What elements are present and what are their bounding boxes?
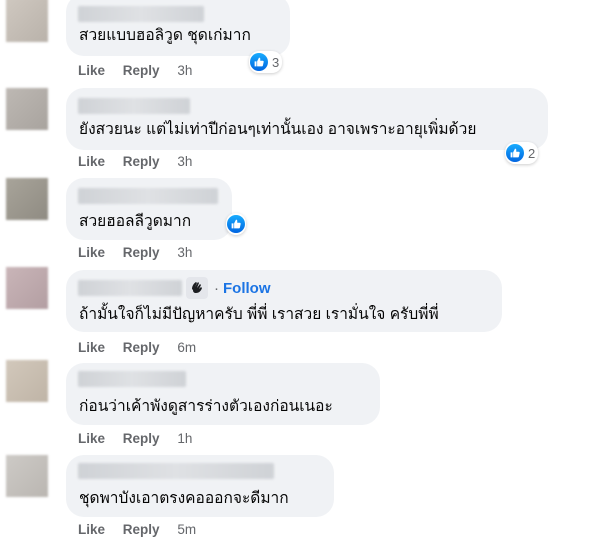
reply-button[interactable]: Reply (123, 522, 160, 537)
reaction-number: 3 (272, 54, 280, 70)
commenter-name[interactable] (78, 280, 182, 296)
separator-dot: · (214, 279, 219, 297)
comment-bubble: ยังสวยนะ แต่ไม่เท่าปีก่อนๆเท่านั้นเอง อา… (66, 88, 548, 150)
comment-bubble: สวยฮอลลีวูดมาก (66, 178, 232, 240)
like-button[interactable]: Like (78, 245, 105, 260)
like-button[interactable]: Like (78, 340, 105, 355)
like-button[interactable]: Like (78, 63, 105, 78)
like-reaction-icon (250, 53, 268, 71)
comment-text: ยังสวยนะ แต่ไม่เท่าปีก่อนๆเท่านั้นเอง อา… (79, 121, 477, 138)
like-reaction-icon (506, 144, 524, 162)
like-reaction-icon (227, 215, 245, 233)
comment-text: สวยฮอลลีวูดมาก (79, 213, 192, 230)
avatar[interactable] (6, 360, 48, 402)
comment-bubble: สวยแบบฮอลิวูด ชุดเก่มาก (66, 0, 290, 56)
avatar[interactable] (6, 178, 48, 220)
comment-time[interactable]: 3h (177, 63, 192, 78)
avatar[interactable] (6, 0, 48, 42)
commenter-name[interactable] (78, 98, 190, 114)
comment-time[interactable]: 6m (177, 340, 196, 355)
commenter-name[interactable] (78, 188, 218, 204)
comment-bubble: ชุดพาบังเอาตรงคอออกจะดีมาก (66, 455, 334, 517)
commenter-name[interactable] (78, 6, 204, 22)
reaction-count[interactable]: 2 (505, 142, 539, 164)
commenter-name[interactable] (78, 463, 274, 479)
like-button[interactable]: Like (78, 154, 105, 169)
comment-text: ชุดพาบังเอาตรงคอออกจะดีมาก (79, 490, 289, 507)
avatar[interactable] (6, 88, 48, 130)
reply-button[interactable]: Reply (123, 245, 160, 260)
reaction-count[interactable]: 3 (249, 51, 283, 73)
comment-text: ก่อนว่าเค้าพังดูสารร่างตัวเองก่อนเนอะ (79, 398, 333, 415)
like-button[interactable]: Like (78, 522, 105, 537)
reply-button[interactable]: Reply (123, 431, 160, 446)
avatar[interactable] (6, 267, 48, 309)
comment-time[interactable]: 5m (177, 522, 196, 537)
fan-badge-icon[interactable] (186, 277, 208, 299)
reply-button[interactable]: Reply (123, 63, 160, 78)
comment-time[interactable]: 3h (177, 245, 192, 260)
comment-time[interactable]: 1h (177, 431, 192, 446)
reply-button[interactable]: Reply (123, 340, 160, 355)
comment-bubble: · Follow ถ้ามั้นใจก็ไม่มีปัญหาครับ พี่พี… (66, 270, 502, 332)
follow-button[interactable]: Follow (223, 280, 271, 297)
avatar[interactable] (6, 455, 48, 497)
comment-time[interactable]: 3h (177, 154, 192, 169)
reaction-number: 2 (528, 145, 536, 161)
reaction-count[interactable] (226, 213, 246, 235)
comment-text: ถ้ามั้นใจก็ไม่มีปัญหาครับ พี่พี่ เราสวย … (79, 306, 439, 323)
reply-button[interactable]: Reply (123, 154, 160, 169)
comment-bubble: ก่อนว่าเค้าพังดูสารร่างตัวเองก่อนเนอะ (66, 363, 380, 425)
like-button[interactable]: Like (78, 431, 105, 446)
commenter-name[interactable] (78, 371, 186, 387)
comment-text: สวยแบบฮอลิวูด ชุดเก่มาก (79, 27, 251, 44)
